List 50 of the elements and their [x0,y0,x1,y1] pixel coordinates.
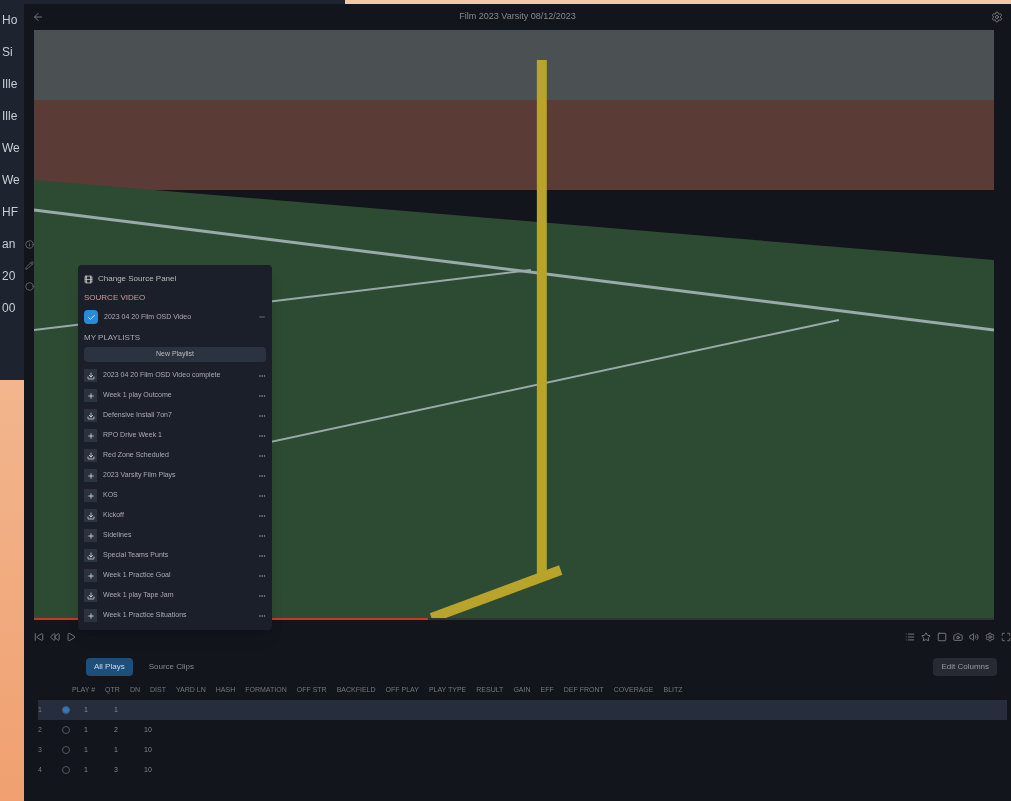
minus-icon[interactable] [258,313,266,321]
plus-icon[interactable] [84,469,97,482]
star-icon[interactable] [921,632,931,642]
list-item-text[interactable]: an [2,234,16,254]
list-item-text[interactable]: 20 [2,266,16,286]
section-label: SOURCE VIDEO [84,292,147,304]
pencil-icon[interactable] [24,261,34,270]
plus-icon[interactable] [84,529,97,542]
row-checkbox[interactable] [62,706,70,714]
back-icon[interactable] [32,11,44,23]
list-item-text[interactable]: Ille [2,74,18,94]
list-item-text[interactable]: Si [2,42,13,62]
plus-icon[interactable] [84,389,97,402]
panel-title: Change Source Panel [98,273,177,285]
list-item-text[interactable]: We [2,138,20,158]
film-icon [84,274,93,284]
square-icon[interactable] [937,632,947,642]
download-icon[interactable] [84,369,97,382]
download-icon[interactable] [84,409,97,422]
settings-icon[interactable] [985,632,995,642]
camera-icon[interactable] [953,632,963,642]
section-label: MY PLAYLISTS [84,332,142,344]
plus-icon[interactable] [84,429,97,442]
edit-columns-button[interactable]: Edit Columns [933,658,997,676]
download-icon[interactable] [84,509,97,522]
rewind-icon[interactable] [50,632,60,642]
download-icon[interactable] [84,589,97,602]
list-item-text[interactable]: We [2,170,20,190]
tab[interactable]: All Plays [86,658,133,676]
download-icon[interactable] [84,449,97,462]
list-item-text[interactable]: Ho [2,10,18,30]
download-icon[interactable] [84,549,97,562]
play-icon[interactable] [66,632,76,642]
fullscreen-icon[interactable] [1001,632,1011,642]
plus-icon[interactable] [84,609,97,622]
check-icon [86,312,96,322]
window-title: Film 2023 Varsity 08/12/2023 [458,10,577,24]
list-icon[interactable] [905,632,915,642]
settings-icon[interactable] [991,11,1003,23]
skip-back-icon[interactable] [34,632,44,642]
source-checkbox[interactable] [84,310,98,324]
list-item-text[interactable]: 00 [2,298,16,318]
volume-icon[interactable] [969,632,979,642]
info-icon[interactable] [24,240,34,249]
plus-icon[interactable] [84,569,97,582]
tab[interactable]: Source Clips [140,658,203,676]
plus-icon[interactable] [84,489,97,502]
list-item-text[interactable]: HF [2,202,18,222]
list-item-text[interactable]: Ille [2,106,18,126]
circle-icon[interactable] [24,282,34,291]
